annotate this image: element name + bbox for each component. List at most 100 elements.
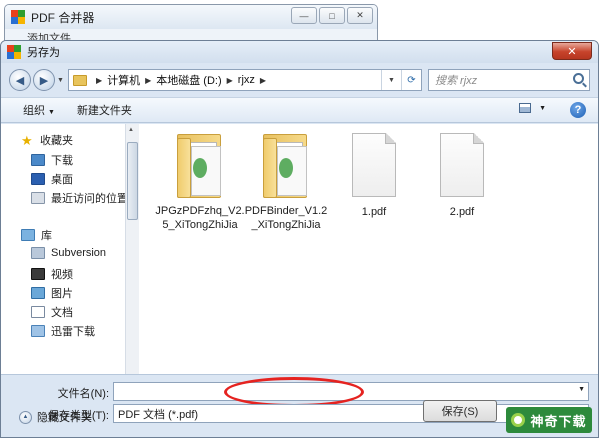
nav-item-recent-places[interactable]: 最近访问的位置 <box>31 190 128 206</box>
folder-icon <box>259 130 313 200</box>
star-icon: ★ <box>21 132 33 148</box>
file-item-pdf[interactable]: 2.pdf <box>415 130 509 219</box>
nav-group-label: 库 <box>41 230 52 242</box>
change-view-button[interactable]: ▼ <box>519 103 546 113</box>
breadcrumb-local-disk[interactable]: 本地磁盘 (D:) <box>156 72 221 88</box>
watermark-logo: 神奇下载 <box>506 407 592 433</box>
arrow-right-icon: ▶ <box>39 74 49 87</box>
history-dropdown-icon[interactable]: ▼ <box>57 77 64 84</box>
subversion-icon <box>31 247 45 259</box>
nav-group-label: 收藏夹 <box>40 135 73 147</box>
breadcrumb-rjxz[interactable]: rjxz <box>238 74 255 86</box>
background-window-title: PDF 合并器 <box>31 10 95 25</box>
address-bar[interactable]: ▶ 计算机 ▶ 本地磁盘 (D:) ▶ rjxz ▶ ▼ ⟳ <box>67 69 422 91</box>
folder-icon <box>173 130 227 200</box>
file-name: _XiTongZhiJia <box>251 219 321 231</box>
dialog-title: 另存为 <box>27 47 60 59</box>
breadcrumb-separator-icon[interactable]: ▶ <box>227 76 233 85</box>
nav-group-favorites[interactable]: ★ 收藏夹 <box>21 132 73 148</box>
search-box[interactable]: 搜索 rjxz <box>428 69 590 91</box>
watermark-text: 神奇下载 <box>530 413 587 429</box>
search-icon[interactable] <box>573 73 584 84</box>
nav-item-label: 图片 <box>51 288 73 300</box>
back-button[interactable]: ◀ <box>9 69 31 91</box>
nav-item-label: 迅雷下载 <box>51 326 95 338</box>
save-button[interactable]: 保存(S) <box>423 400 497 422</box>
dialog-close-button[interactable]: ✕ <box>552 42 592 60</box>
pdf-file-icon <box>352 133 396 197</box>
nav-group-libraries[interactable]: 库 <box>21 227 52 243</box>
file-name: PDFBinder_V1.2 <box>244 205 328 217</box>
nav-item-thunder-downloads[interactable]: 迅雷下载 <box>31 323 95 339</box>
thunder-download-icon <box>31 325 45 337</box>
command-bar: 组织 ▼ 新建文件夹 ▼ ? <box>1 97 598 123</box>
hide-folders-toggle[interactable]: ▲ 隐藏文件夹 <box>19 409 92 425</box>
nav-item-label: 最近访问的位置 <box>51 193 128 205</box>
nav-item-subversion[interactable]: Subversion <box>31 247 106 259</box>
breadcrumb-separator-icon[interactable]: ▶ <box>96 76 102 85</box>
file-list: JPGzPDFzhq_V2. 5_XiTongZhiJia PDFBinder_… <box>141 124 598 374</box>
hide-folders-label: 隐藏文件夹 <box>37 412 92 424</box>
navigation-pane: ★ 收藏夹 下载 桌面 最近访问的位置 库 Subversion 视频 图片 文… <box>1 124 129 374</box>
breadcrumb-computer[interactable]: 计算机 <box>107 72 140 88</box>
chevron-down-icon: ▼ <box>48 109 55 116</box>
dialog-titlebar: 另存为 <box>1 41 598 63</box>
video-icon <box>31 268 45 280</box>
navigation-scrollbar[interactable]: ▲ <box>125 124 139 374</box>
minimize-button[interactable]: — <box>291 7 317 24</box>
breadcrumb-separator-icon[interactable]: ▶ <box>145 76 151 85</box>
app-icon <box>11 10 25 24</box>
background-titlebar: PDF 合并器 — □ ✕ <box>5 5 377 29</box>
save-as-dialog: 另存为 ✕ ◀ ▶ ▼ ▶ 计算机 ▶ 本地磁盘 (D:) ▶ rjxz ▶ ▼… <box>0 40 599 438</box>
nav-item-label: 桌面 <box>51 174 73 186</box>
new-folder-button[interactable]: 新建文件夹 <box>77 102 132 118</box>
search-placeholder: 搜索 rjxz <box>435 75 478 87</box>
downloads-icon <box>31 154 45 166</box>
forward-button[interactable]: ▶ <box>33 69 55 91</box>
maximize-button[interactable]: □ <box>319 7 345 24</box>
nav-item-videos[interactable]: 视频 <box>31 266 73 282</box>
view-icon <box>519 103 532 113</box>
navigation-bar: ◀ ▶ ▼ ▶ 计算机 ▶ 本地磁盘 (D:) ▶ rjxz ▶ ▼ ⟳ 搜索 … <box>9 67 590 93</box>
chevron-up-icon: ▲ <box>19 410 32 424</box>
nav-item-pictures[interactable]: 图片 <box>31 285 73 301</box>
dialog-footer: ▲ 隐藏文件夹 保存(S) 神奇下载 <box>1 400 598 437</box>
watermark-icon <box>511 413 526 427</box>
scrollbar-thumb[interactable] <box>127 142 138 220</box>
filename-input[interactable]: ▼ <box>113 377 589 407</box>
file-item-pdf[interactable]: 1.pdf <box>327 130 421 219</box>
recent-places-icon <box>31 192 45 204</box>
file-item-folder[interactable]: PDFBinder_V1.2 _XiTongZhiJia <box>239 130 333 232</box>
file-item-folder[interactable]: JPGzPDFzhq_V2. 5_XiTongZhiJia <box>153 130 247 232</box>
address-actions: ▼ ⟳ <box>381 70 421 90</box>
organize-button[interactable]: 组织 ▼ <box>23 102 55 118</box>
close-button[interactable]: ✕ <box>347 7 373 24</box>
nav-item-label: Subversion <box>51 247 107 259</box>
nav-item-downloads[interactable]: 下载 <box>31 152 73 168</box>
main-area: ★ 收藏夹 下载 桌面 最近访问的位置 库 Subversion 视频 图片 文… <box>1 124 598 374</box>
dialog-app-icon <box>7 45 21 59</box>
pdf-file-icon <box>440 133 484 197</box>
chevron-down-icon: ▼ <box>539 104 546 112</box>
help-icon[interactable]: ? <box>570 102 586 118</box>
picture-icon <box>31 287 45 299</box>
file-name: 2.pdf <box>449 206 475 218</box>
address-dropdown-icon[interactable]: ▼ <box>381 70 401 90</box>
arrow-left-icon: ◀ <box>15 74 25 87</box>
nav-item-documents[interactable]: 文档 <box>31 304 73 320</box>
background-window-controls: — □ ✕ <box>291 7 373 24</box>
breadcrumb-separator-icon[interactable]: ▶ <box>260 76 266 85</box>
file-name: JPGzPDFzhq_V2. <box>155 205 245 217</box>
scroll-up-icon[interactable]: ▲ <box>128 127 134 133</box>
file-name: 5_XiTongZhiJia <box>162 219 238 231</box>
organize-label: 组织 <box>23 105 45 117</box>
nav-item-label: 文档 <box>51 307 73 319</box>
filename-label: 文件名(N): <box>57 388 109 400</box>
folder-icon <box>72 74 87 86</box>
file-name: 1.pdf <box>361 206 387 218</box>
nav-item-desktop[interactable]: 桌面 <box>31 171 73 187</box>
refresh-icon[interactable]: ⟳ <box>401 70 421 90</box>
chevron-down-icon[interactable]: ▼ <box>578 386 585 393</box>
document-icon <box>31 306 45 318</box>
nav-item-label: 下载 <box>51 155 73 167</box>
